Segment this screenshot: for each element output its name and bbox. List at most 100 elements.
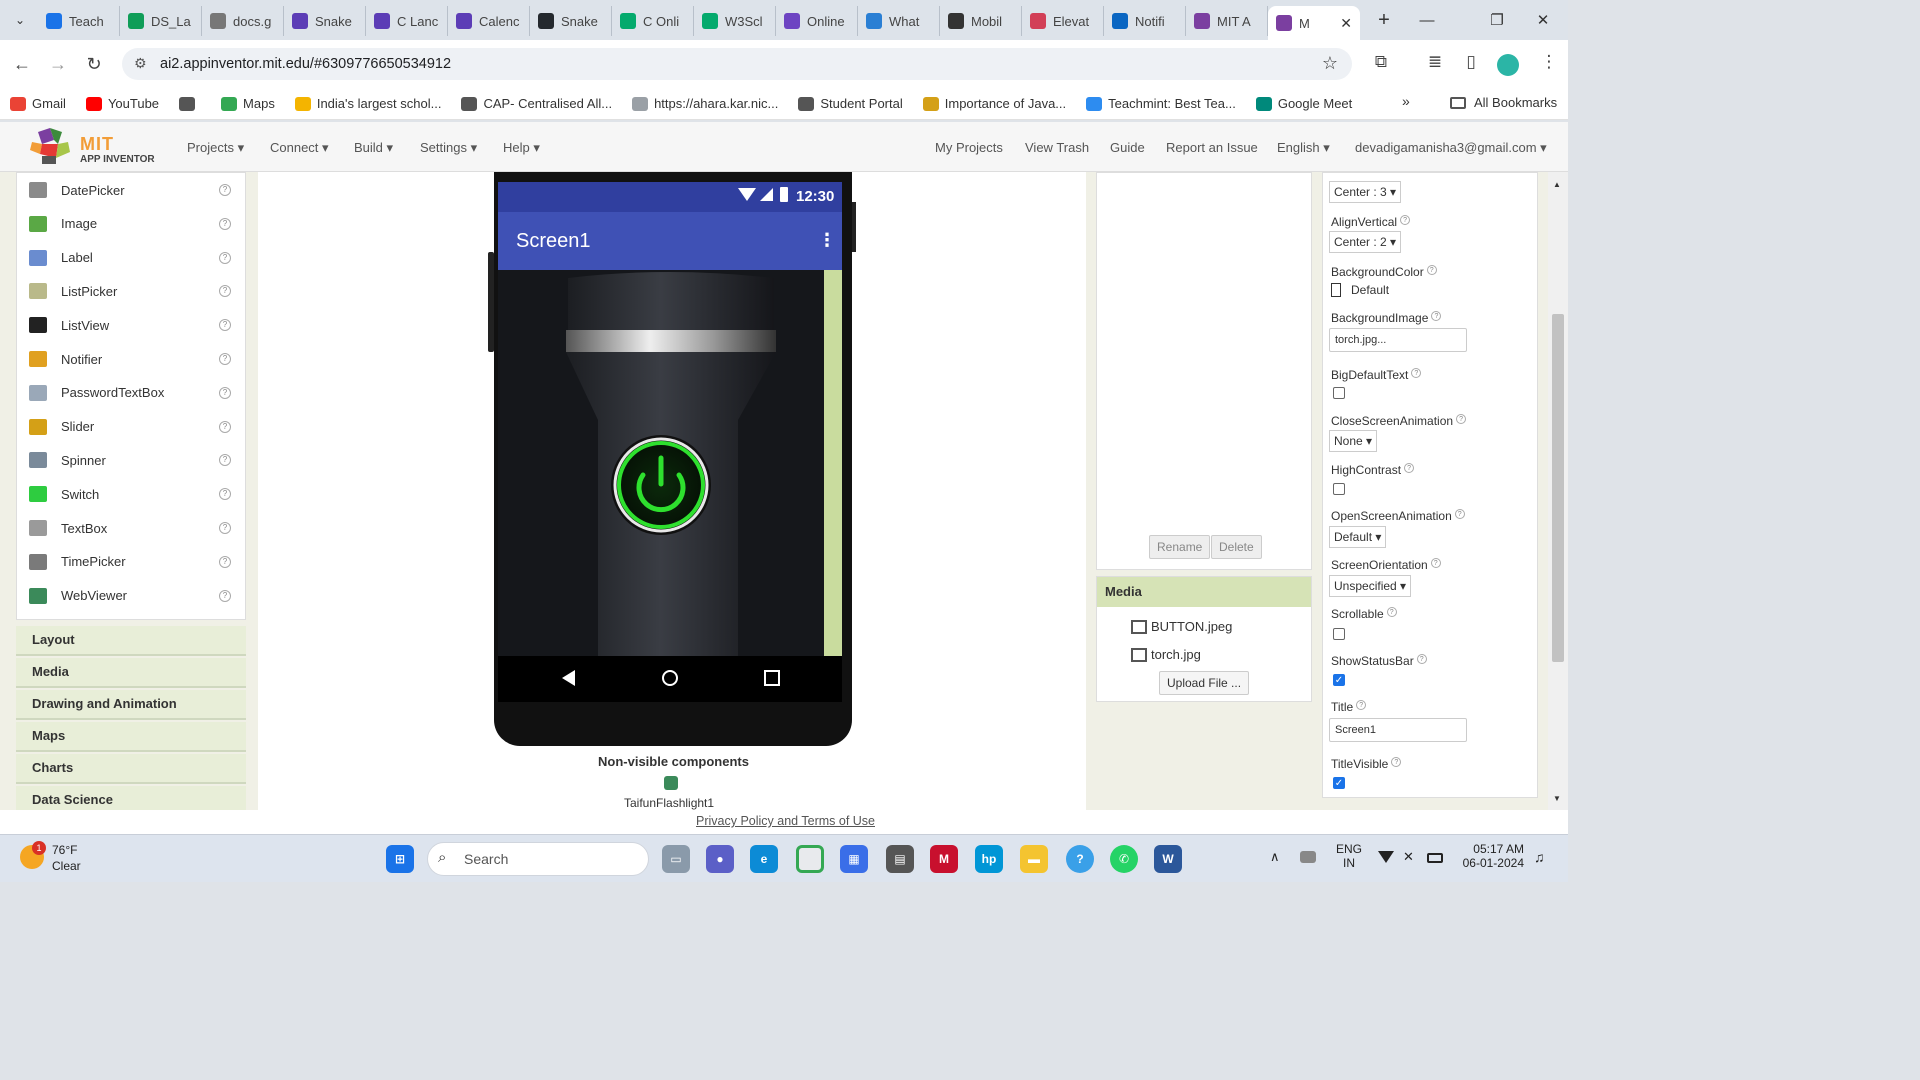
palette-item-passwordtextbox[interactable]: PasswordTextBox? — [17, 376, 247, 410]
browser-tab[interactable]: W3Scl — [694, 6, 776, 36]
weather-widget[interactable]: 1 76°F Clear — [18, 841, 138, 877]
palette-category-maps[interactable]: Maps — [16, 722, 246, 752]
media-controls-icon[interactable]: ≣ — [1423, 52, 1447, 72]
palette-item-spinner[interactable]: Spinner? — [17, 443, 247, 477]
browser-tab[interactable]: Calenc — [448, 6, 530, 36]
battery-tray-icon[interactable] — [1427, 853, 1443, 863]
bookmark-item[interactable]: Student Portal — [798, 96, 903, 111]
help-icon[interactable]: ? — [219, 522, 231, 534]
browser-menu-icon[interactable]: ⋮ — [1537, 52, 1561, 72]
tab-search-chevron-icon[interactable]: ⌄ — [6, 6, 34, 34]
help-icon[interactable]: ? — [219, 353, 231, 365]
help-icon[interactable]: ? — [219, 454, 231, 467]
help-icon[interactable]: ? — [219, 488, 231, 501]
network-warning-icon[interactable] — [1300, 851, 1316, 863]
bookmark-item[interactable]: YouTube — [85, 96, 159, 111]
bookmark-item[interactable]: Teachmint: Best Tea... — [1086, 96, 1236, 111]
palette-item-webviewer[interactable]: WebViewer? — [17, 579, 247, 613]
bookmark-item[interactable]: Gmail — [10, 96, 66, 111]
menu-help[interactable]: Help ▾ — [503, 140, 540, 156]
browser-tab[interactable]: Snake — [530, 6, 612, 36]
help-icon[interactable]: ? — [219, 386, 231, 399]
phone-screen-canvas[interactable] — [498, 270, 842, 656]
bookmark-item[interactable]: India's largest schol... — [294, 96, 441, 111]
close-screen-animation-dropdown[interactable]: None ▾ — [1329, 430, 1378, 452]
help-icon[interactable]: ? — [1404, 463, 1415, 473]
delete-button[interactable]: Delete — [1211, 535, 1262, 559]
store-icon[interactable]: ▦ — [840, 845, 868, 873]
help-icon[interactable]: ? — [219, 184, 231, 196]
browser-tab[interactable]: Elevat — [1022, 6, 1104, 36]
help-icon[interactable]: ? — [219, 555, 231, 568]
site-info-icon[interactable]: ⚙ — [134, 55, 147, 72]
browser-tab[interactable]: DS_La — [120, 6, 202, 36]
palette-category-layout[interactable]: Layout — [16, 626, 246, 656]
menu-connect[interactable]: Connect ▾ — [270, 140, 329, 156]
help-icon[interactable]: ? — [1431, 311, 1442, 321]
scrollbar-thumb[interactable] — [1552, 314, 1564, 662]
media-file-item[interactable]: torch.jpg — [1131, 647, 1201, 662]
help-icon[interactable]: ? — [1356, 700, 1367, 710]
title-visible-checkbox[interactable]: ✓ — [1333, 777, 1345, 789]
menu-language[interactable]: English ▾ — [1277, 140, 1330, 156]
help-icon[interactable]: ? — [219, 251, 231, 264]
media-file-item[interactable]: BUTTON.jpeg — [1131, 619, 1232, 634]
file-explorer-icon[interactable]: ▬ — [1020, 845, 1048, 873]
edge-icon[interactable]: e — [750, 845, 778, 873]
palette-category-data-science[interactable]: Data Science — [16, 786, 246, 810]
menu-view-trash[interactable]: View Trash — [1025, 140, 1089, 155]
background-color-picker[interactable]: Default — [1331, 283, 1389, 297]
palette-category-drawing[interactable]: Drawing and Animation — [16, 690, 246, 720]
palette-category-charts[interactable]: Charts — [16, 754, 246, 784]
restore-icon[interactable]: ❐ — [1474, 0, 1520, 40]
mit-app-inventor-logo[interactable]: MIT APP INVENTOR — [28, 128, 158, 168]
browser-tab[interactable]: docs.g — [202, 6, 284, 36]
help-icon[interactable]: ? — [1386, 607, 1397, 617]
help-icon[interactable]: ? — [219, 420, 231, 433]
menu-guide[interactable]: Guide — [1110, 140, 1145, 155]
menu-my-projects[interactable]: My Projects — [935, 140, 1003, 155]
close-tab-icon[interactable]: ✕ — [1340, 15, 1352, 32]
chrome-icon[interactable] — [796, 845, 824, 873]
palette-item-listview[interactable]: ListView? — [17, 308, 247, 342]
menu-projects[interactable]: Projects ▾ — [187, 140, 244, 156]
language-indicator[interactable]: ENG IN — [1336, 842, 1362, 870]
non-visible-component-item[interactable]: TaifunFlashlight1 — [624, 796, 714, 810]
palette-category-media[interactable]: Media — [16, 658, 246, 688]
palette-item-timepicker[interactable]: TimePicker? — [17, 545, 247, 579]
back-icon[interactable]: ← — [4, 54, 40, 75]
browser-tab[interactable]: C Lanc — [366, 6, 448, 36]
help-icon[interactable]: ? — [1456, 414, 1467, 424]
background-image-input[interactable]: torch.jpg... — [1329, 328, 1467, 352]
minimize-icon[interactable]: — — [1404, 0, 1450, 40]
help-icon[interactable]: ? — [219, 589, 231, 602]
bookmark-item[interactable]: https://ahara.kar.nic... — [632, 96, 778, 111]
taskbar-search[interactable]: ⌕ Search — [427, 842, 649, 876]
side-panel-icon[interactable]: ▯ — [1459, 52, 1483, 72]
palette-item-notifier[interactable]: Notifier? — [17, 342, 247, 376]
browser-tab[interactable]: Notifi — [1104, 6, 1186, 36]
browser-tab[interactable]: Online — [776, 6, 858, 36]
more-bookmarks-icon[interactable]: » — [1402, 93, 1410, 109]
help-icon[interactable]: ? — [1454, 509, 1465, 519]
palette-item-switch[interactable]: Switch? — [17, 477, 247, 511]
scroll-down-icon[interactable]: ▼ — [1553, 794, 1561, 803]
screen-orientation-dropdown[interactable]: Unspecified ▾ — [1329, 575, 1412, 597]
bookmark-star-icon[interactable]: ☆ — [1322, 53, 1338, 74]
url-bar[interactable]: ⚙ ai2.appinventor.mit.edu/#6309776650534… — [122, 48, 1352, 80]
recents-square-icon[interactable] — [764, 670, 780, 686]
close-window-icon[interactable]: ✕ — [1520, 0, 1566, 40]
wifi-tray-icon[interactable] — [1378, 851, 1394, 863]
big-default-text-checkbox[interactable] — [1333, 387, 1345, 399]
bookmark-item[interactable]: CAP- Centralised All... — [461, 96, 612, 111]
browser-tab[interactable]: Snake — [284, 6, 366, 36]
palette-item-listpicker[interactable]: ListPicker? — [17, 274, 247, 308]
palette-item-image[interactable]: Image? — [17, 207, 247, 241]
menu-build[interactable]: Build ▾ — [354, 140, 393, 156]
bookmark-item[interactable]: Maps — [221, 96, 275, 111]
show-hidden-icons[interactable]: ∧ — [1270, 849, 1280, 865]
new-tab-button[interactable]: + — [1370, 9, 1398, 32]
bookmark-item[interactable]: Google Meet — [1255, 96, 1352, 111]
scrollable-checkbox[interactable] — [1333, 628, 1345, 640]
start-windows-icon[interactable]: ⊞ — [386, 845, 414, 873]
